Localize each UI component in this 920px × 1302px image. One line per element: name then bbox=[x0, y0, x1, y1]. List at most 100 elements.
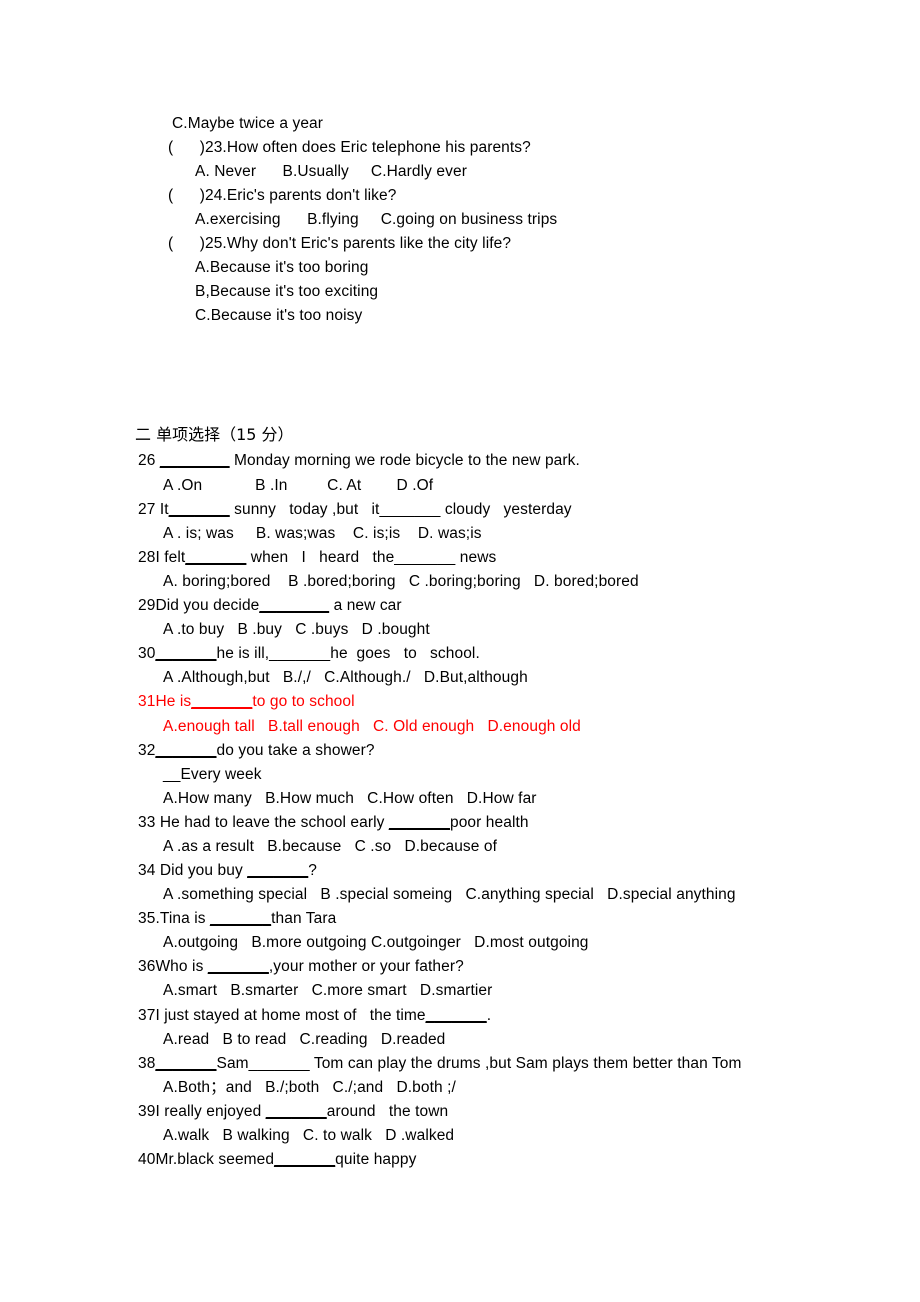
q32-after: do you take a shower? bbox=[216, 742, 375, 759]
q36-number: 36 bbox=[138, 958, 156, 975]
question-31-stem: 31He is_______to go to school bbox=[138, 693, 355, 711]
q33-after: poor health bbox=[449, 814, 529, 831]
q38-after: Sam_______ Tom can play the drums ,but S… bbox=[216, 1055, 742, 1072]
q31-before: He is bbox=[155, 693, 192, 710]
q33-number: 33 bbox=[138, 814, 156, 831]
q39-blank: _______ bbox=[265, 1103, 327, 1120]
q37-before: I just stayed at home most of the time bbox=[155, 1007, 426, 1024]
question-32-stem: 32_______do you take a shower? bbox=[138, 742, 375, 760]
question-25-option-c: C.Because it's too noisy bbox=[195, 307, 363, 324]
q31-blank: _______ bbox=[191, 693, 253, 710]
q23-text: How often does Eric telephone his parent… bbox=[226, 139, 531, 156]
q35-after: than Tara bbox=[271, 910, 337, 927]
q40-before: Mr.black seemed bbox=[155, 1151, 275, 1168]
question-38-options: A.Both；and B./;both C./;and D.both ;/ bbox=[163, 1079, 456, 1096]
question-37-options: A.read B to read C.reading D.readed bbox=[163, 1031, 446, 1048]
q23-bracket: ( ) bbox=[168, 139, 205, 156]
q27-number: 27 bbox=[138, 501, 156, 518]
question-28-options: A. boring;bored B .bored;boring C .borin… bbox=[163, 573, 639, 590]
q39-before: I really enjoyed bbox=[155, 1103, 266, 1120]
q37-after: . bbox=[486, 1007, 492, 1024]
q29-before: Did you decide bbox=[155, 597, 260, 614]
q31-number: 31 bbox=[138, 693, 156, 710]
q34-number: 34 bbox=[138, 862, 156, 879]
question-39-options: A.walk B walking C. to walk D .walked bbox=[163, 1127, 455, 1144]
q34-blank: _______ bbox=[247, 862, 309, 879]
q35-number: 35. bbox=[138, 910, 160, 927]
question-32-answer: __Every week bbox=[163, 766, 262, 783]
q25-number: 25. bbox=[204, 235, 227, 252]
stray-option-c: C.Maybe twice a year bbox=[172, 115, 324, 132]
question-27-options: A . is; was B. was;was C. is;is D. was;i… bbox=[163, 525, 482, 542]
q40-after: quite happy bbox=[335, 1151, 417, 1168]
q36-after: ,your mother or your father? bbox=[268, 958, 464, 975]
question-26-stem: 26 ________ Monday morning we rode bicyc… bbox=[138, 452, 580, 470]
q28-after: when I heard the_______ news bbox=[246, 549, 497, 566]
q29-after: a new car bbox=[329, 597, 402, 614]
question-35-options: A.outgoing B.more outgoing C.outgoinger … bbox=[163, 934, 589, 951]
q28-blank: _______ bbox=[185, 549, 247, 566]
question-24-stem: ( )24.Eric's parents don't like? bbox=[168, 187, 396, 205]
question-25-option-b: B,Because it's too exciting bbox=[195, 283, 379, 300]
q37-number: 37 bbox=[138, 1007, 156, 1024]
worksheet-page: C.Maybe twice a year ( )23.How often doe… bbox=[0, 0, 920, 1302]
q33-before: He had to leave the school early bbox=[155, 814, 389, 831]
question-34-stem: 34 Did you buy _______? bbox=[138, 862, 317, 880]
q29-blank: ________ bbox=[259, 597, 330, 614]
question-37-stem: 37I just stayed at home most of the time… bbox=[138, 1007, 491, 1025]
q30-blank: _______ bbox=[155, 645, 217, 662]
q39-number: 39 bbox=[138, 1103, 156, 1120]
question-33-options: A .as a result B.because C .so D.because… bbox=[163, 838, 498, 855]
q36-blank: _______ bbox=[207, 958, 269, 975]
q26-after: Monday morning we rode bicycle to the ne… bbox=[229, 452, 580, 469]
q39-after: around the town bbox=[326, 1103, 449, 1120]
q25-bracket: ( ) bbox=[168, 235, 205, 252]
q36-before: Who is bbox=[155, 958, 208, 975]
question-31-options: A.enough tall B.tall enough C. Old enoug… bbox=[163, 718, 581, 735]
question-36-options: A.smart B.smarter C.more smart D.smartie… bbox=[163, 982, 493, 999]
q34-after: ? bbox=[308, 862, 317, 879]
question-34-options: A .something special B .special someing … bbox=[163, 886, 736, 903]
q28-before: I felt bbox=[155, 549, 186, 566]
question-25-option-a: A.Because it's too boring bbox=[195, 259, 369, 276]
question-23-stem: ( )23.How often does Eric telephone his … bbox=[168, 139, 531, 157]
question-24-options: A.exercising B.flying C.going on busines… bbox=[195, 211, 558, 228]
section-two-heading: 二 单项选择（15 分） bbox=[135, 425, 294, 444]
q38-number: 38 bbox=[138, 1055, 156, 1072]
q32-number: 32 bbox=[138, 742, 156, 759]
question-36-stem: 36Who is _______,your mother or your fat… bbox=[138, 958, 464, 976]
q34-before: Did you buy bbox=[155, 862, 248, 879]
q27-after: sunny today ,but it_______ cloudy yester… bbox=[229, 501, 572, 518]
question-32-options: A.How many B.How much C.How often D.How … bbox=[163, 790, 537, 807]
question-33-stem: 33 He had to leave the school early ____… bbox=[138, 814, 529, 832]
question-30-stem: 30_______he is ill,_______he goes to sch… bbox=[138, 645, 480, 663]
question-23-options: A. Never B.Usually C.Hardly ever bbox=[195, 163, 467, 180]
q26-number: 26 bbox=[138, 452, 156, 469]
q30-after: he is ill,_______he goes to school. bbox=[216, 645, 480, 662]
q29-number: 29 bbox=[138, 597, 156, 614]
question-39-stem: 39I really enjoyed _______around the tow… bbox=[138, 1103, 448, 1121]
q26-blank: ________ bbox=[159, 452, 230, 469]
question-38-stem: 38_______Sam_______ Tom can play the dru… bbox=[138, 1055, 742, 1073]
q32-blank: _______ bbox=[155, 742, 217, 759]
q24-number: 24. bbox=[204, 187, 227, 204]
q31-after: to go to school bbox=[252, 693, 355, 710]
question-29-stem: 29Did you decide________ a new car bbox=[138, 597, 402, 615]
question-35-stem: 35.Tina is _______than Tara bbox=[138, 910, 336, 928]
q30-number: 30 bbox=[138, 645, 156, 662]
question-28-stem: 28I felt_______ when I heard the_______ … bbox=[138, 549, 496, 567]
q38-blank: _______ bbox=[155, 1055, 217, 1072]
q35-blank: _______ bbox=[210, 910, 272, 927]
q33-blank: _______ bbox=[388, 814, 450, 831]
q24-text: Eric's parents don't like? bbox=[226, 187, 397, 204]
q27-blank: _______ bbox=[168, 501, 230, 518]
question-26-options: A .On B .In C. At D .Of bbox=[163, 477, 434, 494]
q40-blank: _______ bbox=[274, 1151, 336, 1168]
q28-number: 28 bbox=[138, 549, 156, 566]
q23-number: 23. bbox=[204, 139, 227, 156]
question-30-options: A .Although,but B./,/ C.Although./ D.But… bbox=[163, 669, 528, 686]
q24-bracket: ( ) bbox=[168, 187, 205, 204]
q40-number: 40 bbox=[138, 1151, 156, 1168]
q37-blank: _______ bbox=[425, 1007, 487, 1024]
question-25-stem: ( )25.Why don't Eric's parents like the … bbox=[168, 235, 511, 253]
